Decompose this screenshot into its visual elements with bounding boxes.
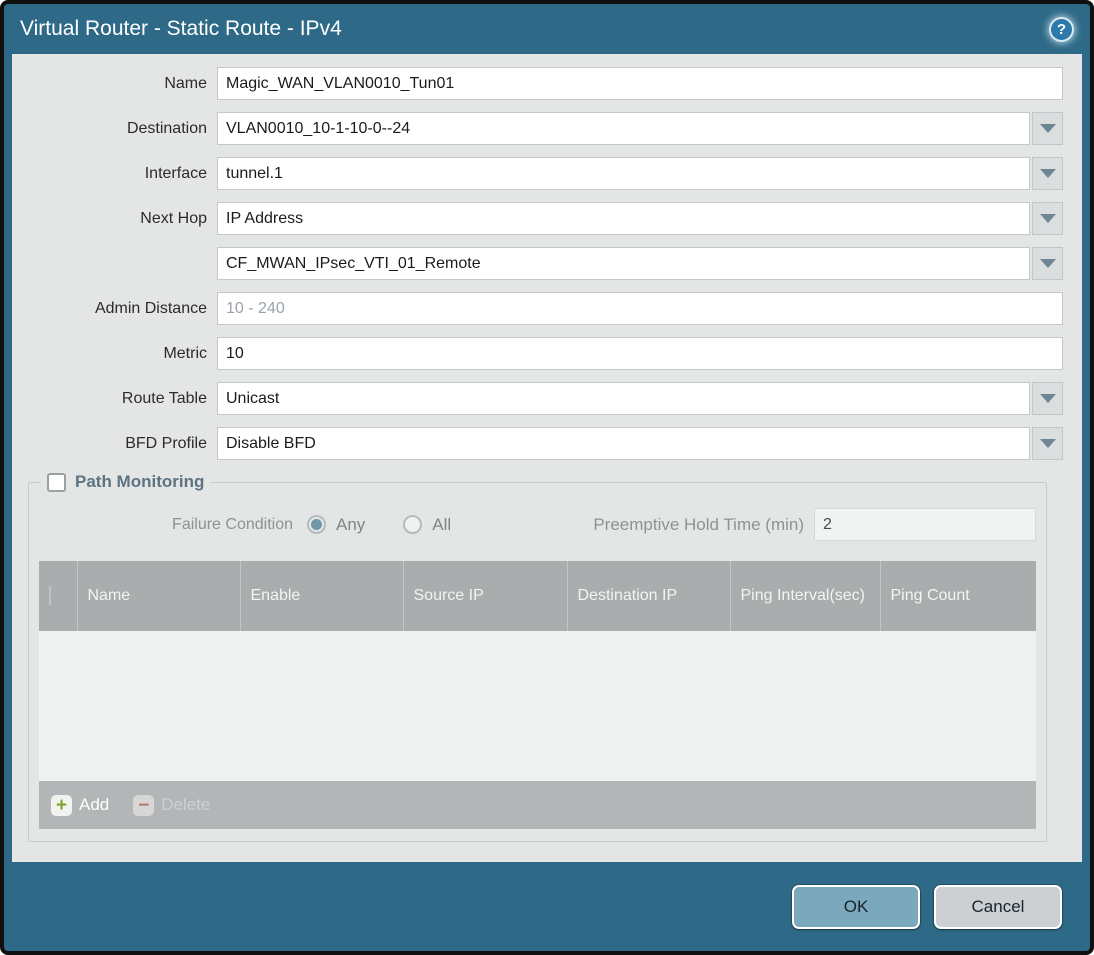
static-route-dialog: Virtual Router - Static Route - IPv4 ? N… (0, 0, 1094, 955)
chevron-down-icon (1039, 124, 1056, 133)
admin-distance-row: Admin Distance (12, 292, 1063, 325)
interface-row: Interface (12, 157, 1063, 190)
column-header-source-ip[interactable]: Source IP (403, 561, 568, 631)
select-all-header-cell (39, 561, 78, 631)
help-icon[interactable]: ? (1049, 16, 1074, 42)
table-toolbar: + Add − Delete (39, 781, 1036, 829)
interface-dropdown-button[interactable] (1032, 157, 1063, 190)
column-header-ping-interval[interactable]: Ping Interval(sec) (730, 561, 881, 631)
table-header-row: Name Enable Source IP Destination IP Pin… (39, 561, 1036, 631)
chevron-down-icon (1039, 439, 1056, 448)
route-table-dropdown-button[interactable] (1032, 382, 1063, 415)
select-all-checkbox[interactable] (49, 586, 51, 605)
radio-any-label: Any (336, 514, 366, 534)
delete-icon: − (133, 794, 155, 816)
add-button-label: Add (79, 795, 110, 814)
preemptive-hold-time-input[interactable] (814, 508, 1036, 541)
column-header-name[interactable]: Name (77, 561, 241, 631)
failure-condition-row: Failure Condition Any All Preemptive Hol… (39, 508, 1036, 541)
chevron-down-icon (1039, 259, 1056, 268)
route-table-input[interactable] (217, 382, 1030, 415)
column-header-enable[interactable]: Enable (240, 561, 404, 631)
add-button[interactable]: + Add (51, 794, 110, 816)
column-header-ping-count[interactable]: Ping Count (880, 561, 1036, 631)
chevron-down-icon (1039, 394, 1056, 403)
bfd-profile-row: BFD Profile (12, 427, 1063, 460)
interface-input[interactable] (217, 157, 1030, 190)
delete-button[interactable]: − Delete (133, 794, 211, 816)
radio-all-label: All (432, 514, 452, 534)
next-hop-row: Next Hop (12, 202, 1063, 235)
dialog-footer: OK Cancel (4, 862, 1090, 951)
bfd-profile-input[interactable] (217, 427, 1030, 460)
bfd-profile-label: BFD Profile (125, 434, 207, 452)
cancel-button[interactable]: Cancel (934, 884, 1062, 929)
name-input[interactable] (217, 67, 1063, 100)
admin-distance-label: Admin Distance (94, 299, 207, 317)
radio-all[interactable] (403, 515, 423, 534)
route-table-row: Route Table (12, 382, 1063, 415)
metric-row: Metric (12, 337, 1063, 370)
name-label: Name (164, 74, 207, 92)
path-monitoring-legend: Path Monitoring (41, 472, 210, 492)
destination-label: Destination (126, 119, 207, 137)
metric-label: Metric (163, 344, 207, 362)
next-hop-type-input[interactable] (217, 202, 1030, 235)
next-hop-type-dropdown-button[interactable] (1032, 202, 1063, 235)
destination-row: Destination (12, 112, 1063, 145)
failure-condition-label: Failure Condition (172, 515, 293, 533)
interface-label: Interface (144, 164, 207, 182)
preemptive-hold-time-label: Preemptive Hold Time (min) (593, 514, 804, 534)
dialog-content: Name Destination Interface Next Hop (12, 54, 1082, 862)
chevron-down-icon (1039, 214, 1056, 223)
radio-any[interactable] (307, 515, 326, 534)
next-hop-address-dropdown-button[interactable] (1032, 247, 1063, 280)
ok-button[interactable]: OK (792, 884, 920, 929)
empty-table-body (39, 631, 1036, 781)
failure-condition-all-option: All (403, 515, 451, 535)
path-monitoring-title: Path Monitoring (75, 472, 205, 491)
route-table-label: Route Table (121, 389, 207, 407)
path-monitoring-section: Path Monitoring Failure Condition Any Al… (28, 472, 1047, 842)
bfd-profile-dropdown-button[interactable] (1032, 427, 1063, 460)
failure-condition-any-option: Any (307, 515, 365, 535)
column-header-destination-ip[interactable]: Destination IP (567, 561, 731, 631)
name-row: Name (12, 67, 1063, 100)
next-hop-address-row (12, 247, 1063, 280)
add-icon: + (51, 794, 72, 816)
metric-input[interactable] (217, 337, 1063, 370)
next-hop-label: Next Hop (140, 209, 207, 227)
next-hop-address-input[interactable] (217, 247, 1030, 280)
title-bar: Virtual Router - Static Route - IPv4 ? (4, 4, 1090, 54)
admin-distance-input[interactable] (217, 292, 1063, 325)
chevron-down-icon (1039, 169, 1056, 178)
delete-button-label: Delete (161, 795, 211, 814)
destination-input[interactable] (217, 112, 1030, 145)
dialog-title: Virtual Router - Static Route - IPv4 (20, 17, 342, 40)
destination-dropdown-button[interactable] (1032, 112, 1063, 145)
path-monitoring-table: Name Enable Source IP Destination IP Pin… (39, 561, 1036, 781)
path-monitoring-checkbox[interactable] (47, 472, 66, 492)
preemptive-hold-time-group: Preemptive Hold Time (min) (593, 508, 1036, 541)
